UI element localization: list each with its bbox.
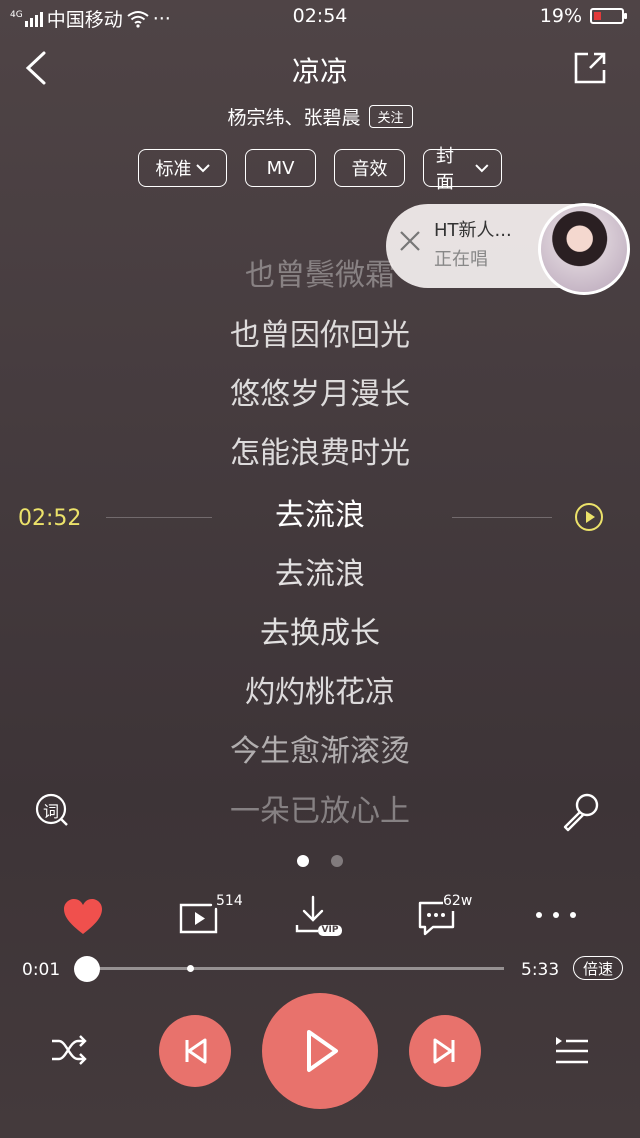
shuffle-icon[interactable] xyxy=(50,1034,88,1066)
play-from-here-icon[interactable] xyxy=(574,502,604,532)
close-icon[interactable] xyxy=(398,229,422,253)
status-right: 19% xyxy=(539,5,627,27)
lyric-line: 今生愈渐滚烫 xyxy=(230,734,410,769)
lyric-line: 怎能浪费时光 xyxy=(230,436,410,471)
battery-icon xyxy=(590,8,627,24)
comment-count-badge: 62w xyxy=(443,893,473,909)
cover-chip[interactable]: 封面 xyxy=(423,146,502,193)
lyric-line: 悠悠岁月漫长 xyxy=(230,377,410,412)
lyric-line: 灼灼桃花凉 xyxy=(245,675,395,710)
heart-icon[interactable] xyxy=(62,898,104,936)
progress-knob[interactable] xyxy=(74,956,101,982)
seek-guide-right xyxy=(452,517,552,518)
skip-next-icon xyxy=(433,1038,455,1064)
previous-button[interactable] xyxy=(159,1015,231,1087)
chip-label: 封面 xyxy=(436,146,454,193)
skip-previous-icon xyxy=(185,1038,207,1064)
lyric-line: 一朵已放心上 xyxy=(230,794,410,829)
page-dot xyxy=(331,855,343,867)
sound-effect-chip[interactable]: 音效 xyxy=(334,149,405,187)
popup-subtitle: 正在唱 xyxy=(434,249,488,270)
quality-chip[interactable]: 标准 xyxy=(138,149,227,187)
chevron-down-icon xyxy=(195,164,210,173)
song-title: 凉凉 xyxy=(291,55,348,88)
speed-button[interactable]: 倍速 xyxy=(573,956,623,980)
play-button[interactable] xyxy=(262,993,378,1109)
singing-popup[interactable]: HT新人... 正在唱 xyxy=(386,203,640,295)
play-icon xyxy=(307,1030,338,1072)
chevron-down-icon xyxy=(475,164,489,173)
lyrics-poster-icon[interactable]: 词 xyxy=(34,792,70,828)
comments-button[interactable]: 62w xyxy=(417,893,487,939)
page-dot-active xyxy=(297,855,309,867)
quality-chips: 标准 MV 音效 封面 xyxy=(0,146,640,193)
play-count-button[interactable]: 514 xyxy=(178,893,248,939)
artist-name[interactable]: 杨宗纬、张碧晨 xyxy=(227,103,360,130)
follow-button[interactable]: 关注 xyxy=(368,105,413,128)
next-button[interactable] xyxy=(409,1015,481,1087)
lyrics-icon-label: 词 xyxy=(42,802,59,821)
elapsed-time: 0:01 xyxy=(22,960,61,980)
lyric-seek-time: 02:52 xyxy=(18,506,82,531)
lyric-line: 也曾因你回光 xyxy=(230,318,410,353)
seek-guide-left xyxy=(106,517,212,518)
progress-marker xyxy=(187,965,194,972)
status-bar: 4G 中国移动 ··· 02:54 19% xyxy=(0,0,640,34)
chip-label: MV xyxy=(266,157,295,179)
battery-percent: 19% xyxy=(539,5,582,27)
singer-avatar[interactable] xyxy=(538,203,630,295)
microphone-icon[interactable] xyxy=(560,792,600,832)
lyric-line: 去换成长 xyxy=(260,616,380,651)
current-lyric-line: 去流浪 xyxy=(275,498,365,533)
vip-badge: VIP xyxy=(321,925,339,935)
progress-bar[interactable] xyxy=(86,967,504,970)
mv-chip[interactable]: MV xyxy=(245,149,316,187)
total-time: 5:33 xyxy=(521,960,560,980)
download-button[interactable]: VIP xyxy=(294,895,344,939)
play-count-badge: 514 xyxy=(216,893,243,909)
lyric-line: 去流浪 xyxy=(275,557,365,592)
artist-row: 杨宗纬、张碧晨 关注 xyxy=(0,103,640,130)
page-indicator xyxy=(0,855,640,867)
chip-label: 标准 xyxy=(155,159,192,180)
more-icon[interactable] xyxy=(534,910,578,920)
playlist-icon[interactable] xyxy=(554,1034,590,1066)
popup-title: HT新人... xyxy=(434,220,512,241)
chip-label: 音效 xyxy=(351,159,388,180)
share-icon[interactable] xyxy=(572,50,608,86)
